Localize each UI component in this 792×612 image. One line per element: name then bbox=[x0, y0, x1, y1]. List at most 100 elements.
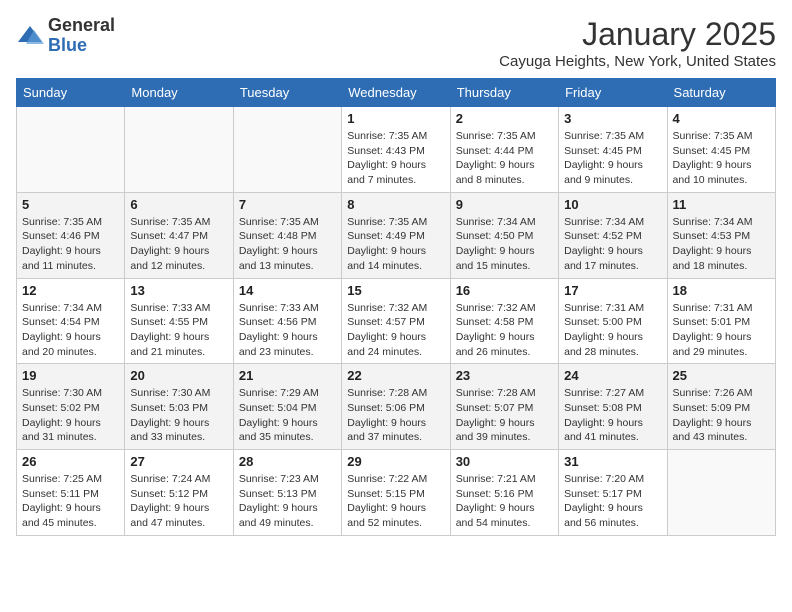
logo-text: General Blue bbox=[48, 16, 115, 56]
calendar-day-cell: 26 Sunrise: 7:25 AM Sunset: 5:11 PM Dayli… bbox=[17, 450, 125, 536]
day-number: 21 bbox=[239, 368, 336, 383]
calendar-day-cell bbox=[125, 107, 233, 193]
day-info: Sunrise: 7:21 AM Sunset: 5:16 PM Dayligh… bbox=[456, 472, 553, 531]
calendar-day-cell: 13Sunrise: 7:33 AM Sunset: 4:55 PM Dayli… bbox=[125, 278, 233, 364]
day-number: 29 bbox=[347, 454, 444, 469]
day-number: 30 bbox=[456, 454, 553, 469]
day-info: Sunrise: 7:35 AM Sunset: 4:46 PM Dayligh… bbox=[22, 215, 119, 274]
logo-blue: Blue bbox=[48, 35, 87, 55]
day-number: 15 bbox=[347, 283, 444, 298]
day-number: 25 bbox=[673, 368, 770, 383]
calendar-day-cell: 12 Sunrise: 7:34 AM Sunset: 4:54 PM Dayli… bbox=[17, 278, 125, 364]
calendar-day-cell: 2 Sunrise: 7:35 AM Sunset: 4:44 PM Daylig… bbox=[450, 107, 558, 193]
calendar-day-cell: 23Sunrise: 7:28 AM Sunset: 5:07 PM Dayli… bbox=[450, 364, 558, 450]
day-info: Sunrise: 7:30 AM Sunset: 5:03 PM Dayligh… bbox=[130, 386, 227, 445]
day-info: Sunrise: 7:34 AM Sunset: 4:50 PM Dayligh… bbox=[456, 215, 553, 274]
day-number: 3 bbox=[564, 111, 661, 126]
calendar-day-cell: 22 Sunrise: 7:28 AM Sunset: 5:06 PM Dayli… bbox=[342, 364, 450, 450]
month-title: January 2025 bbox=[499, 16, 776, 53]
day-info: Sunrise: 7:35 AM Sunset: 4:49 PM Dayligh… bbox=[347, 215, 444, 274]
day-number: 8 bbox=[347, 197, 444, 212]
calendar-day-cell: 1Sunrise: 7:35 AM Sunset: 4:43 PM Daylig… bbox=[342, 107, 450, 193]
day-number: 5 bbox=[22, 197, 119, 212]
day-number: 14 bbox=[239, 283, 336, 298]
day-info: Sunrise: 7:34 AM Sunset: 4:54 PM Dayligh… bbox=[22, 301, 119, 360]
calendar-day-cell: 31 Sunrise: 7:20 AM Sunset: 5:17 PM Dayli… bbox=[559, 450, 667, 536]
day-number: 28 bbox=[239, 454, 336, 469]
calendar-day-cell: 4 Sunrise: 7:35 AM Sunset: 4:45 PM Daylig… bbox=[667, 107, 775, 193]
day-info: Sunrise: 7:28 AM Sunset: 5:06 PM Dayligh… bbox=[347, 386, 444, 445]
weekday-header-monday: Monday bbox=[125, 79, 233, 107]
day-info: Sunrise: 7:25 AM Sunset: 5:11 PM Dayligh… bbox=[22, 472, 119, 531]
day-number: 20 bbox=[130, 368, 227, 383]
day-info: Sunrise: 7:32 AM Sunset: 4:57 PM Dayligh… bbox=[347, 301, 444, 360]
day-number: 17 bbox=[564, 283, 661, 298]
calendar-week-row: 1Sunrise: 7:35 AM Sunset: 4:43 PM Daylig… bbox=[17, 107, 776, 193]
day-info: Sunrise: 7:29 AM Sunset: 5:04 PM Dayligh… bbox=[239, 386, 336, 445]
day-number: 31 bbox=[564, 454, 661, 469]
logo-icon bbox=[16, 22, 44, 50]
logo-general: General bbox=[48, 15, 115, 35]
day-number: 11 bbox=[673, 197, 770, 212]
calendar-day-cell: 10Sunrise: 7:34 AM Sunset: 4:52 PM Dayli… bbox=[559, 192, 667, 278]
day-number: 22 bbox=[347, 368, 444, 383]
calendar-day-cell: 7 Sunrise: 7:35 AM Sunset: 4:48 PM Daylig… bbox=[233, 192, 341, 278]
day-info: Sunrise: 7:22 AM Sunset: 5:15 PM Dayligh… bbox=[347, 472, 444, 531]
calendar-day-cell: 25Sunrise: 7:26 AM Sunset: 5:09 PM Dayli… bbox=[667, 364, 775, 450]
day-number: 24 bbox=[564, 368, 661, 383]
weekday-header-friday: Friday bbox=[559, 79, 667, 107]
calendar-day-cell bbox=[667, 450, 775, 536]
calendar-day-cell: 6 Sunrise: 7:35 AM Sunset: 4:47 PM Daylig… bbox=[125, 192, 233, 278]
day-number: 18 bbox=[673, 283, 770, 298]
day-info: Sunrise: 7:35 AM Sunset: 4:47 PM Dayligh… bbox=[130, 215, 227, 274]
weekday-header-sunday: Sunday bbox=[17, 79, 125, 107]
calendar-day-cell: 29 Sunrise: 7:22 AM Sunset: 5:15 PM Dayli… bbox=[342, 450, 450, 536]
day-info: Sunrise: 7:27 AM Sunset: 5:08 PM Dayligh… bbox=[564, 386, 661, 445]
calendar-day-cell: 18 Sunrise: 7:31 AM Sunset: 5:01 PM Dayli… bbox=[667, 278, 775, 364]
calendar-day-cell: 16Sunrise: 7:32 AM Sunset: 4:58 PM Dayli… bbox=[450, 278, 558, 364]
calendar-week-row: 12 Sunrise: 7:34 AM Sunset: 4:54 PM Dayli… bbox=[17, 278, 776, 364]
day-info: Sunrise: 7:35 AM Sunset: 4:48 PM Dayligh… bbox=[239, 215, 336, 274]
day-number: 23 bbox=[456, 368, 553, 383]
page-header: General Blue January 2025 Cayuga Heights… bbox=[16, 16, 776, 70]
day-number: 2 bbox=[456, 111, 553, 126]
calendar-day-cell: 21 Sunrise: 7:29 AM Sunset: 5:04 PM Dayli… bbox=[233, 364, 341, 450]
weekday-header-thursday: Thursday bbox=[450, 79, 558, 107]
day-number: 26 bbox=[22, 454, 119, 469]
calendar-day-cell: 20 Sunrise: 7:30 AM Sunset: 5:03 PM Dayli… bbox=[125, 364, 233, 450]
day-number: 4 bbox=[673, 111, 770, 126]
day-number: 7 bbox=[239, 197, 336, 212]
calendar-day-cell: 24 Sunrise: 7:27 AM Sunset: 5:08 PM Dayli… bbox=[559, 364, 667, 450]
calendar-table: SundayMondayTuesdayWednesdayThursdayFrid… bbox=[16, 78, 776, 536]
calendar-day-cell bbox=[233, 107, 341, 193]
day-number: 1 bbox=[347, 111, 444, 126]
calendar-day-cell: 9 Sunrise: 7:34 AM Sunset: 4:50 PM Daylig… bbox=[450, 192, 558, 278]
day-info: Sunrise: 7:24 AM Sunset: 5:12 PM Dayligh… bbox=[130, 472, 227, 531]
calendar-day-cell: 27Sunrise: 7:24 AM Sunset: 5:12 PM Dayli… bbox=[125, 450, 233, 536]
logo: General Blue bbox=[16, 16, 115, 56]
location: Cayuga Heights, New York, United States bbox=[499, 53, 776, 70]
calendar-week-row: 5 Sunrise: 7:35 AM Sunset: 4:46 PM Daylig… bbox=[17, 192, 776, 278]
title-block: January 2025 Cayuga Heights, New York, U… bbox=[499, 16, 776, 70]
day-info: Sunrise: 7:35 AM Sunset: 4:44 PM Dayligh… bbox=[456, 129, 553, 188]
weekday-header-saturday: Saturday bbox=[667, 79, 775, 107]
calendar-day-cell: 3Sunrise: 7:35 AM Sunset: 4:45 PM Daylig… bbox=[559, 107, 667, 193]
calendar-week-row: 26 Sunrise: 7:25 AM Sunset: 5:11 PM Dayli… bbox=[17, 450, 776, 536]
calendar-day-cell: 17Sunrise: 7:31 AM Sunset: 5:00 PM Dayli… bbox=[559, 278, 667, 364]
calendar-day-cell: 5 Sunrise: 7:35 AM Sunset: 4:46 PM Daylig… bbox=[17, 192, 125, 278]
day-number: 9 bbox=[456, 197, 553, 212]
calendar-day-cell: 8 Sunrise: 7:35 AM Sunset: 4:49 PM Daylig… bbox=[342, 192, 450, 278]
day-number: 6 bbox=[130, 197, 227, 212]
day-info: Sunrise: 7:23 AM Sunset: 5:13 PM Dayligh… bbox=[239, 472, 336, 531]
day-info: Sunrise: 7:34 AM Sunset: 4:52 PM Dayligh… bbox=[564, 215, 661, 274]
day-info: Sunrise: 7:20 AM Sunset: 5:17 PM Dayligh… bbox=[564, 472, 661, 531]
day-info: Sunrise: 7:32 AM Sunset: 4:58 PM Dayligh… bbox=[456, 301, 553, 360]
day-info: Sunrise: 7:30 AM Sunset: 5:02 PM Dayligh… bbox=[22, 386, 119, 445]
day-number: 12 bbox=[22, 283, 119, 298]
calendar-day-cell: 30 Sunrise: 7:21 AM Sunset: 5:16 PM Dayli… bbox=[450, 450, 558, 536]
day-info: Sunrise: 7:35 AM Sunset: 4:45 PM Dayligh… bbox=[673, 129, 770, 188]
day-number: 19 bbox=[22, 368, 119, 383]
day-info: Sunrise: 7:31 AM Sunset: 5:01 PM Dayligh… bbox=[673, 301, 770, 360]
weekday-header-wednesday: Wednesday bbox=[342, 79, 450, 107]
calendar-day-cell: 15 Sunrise: 7:32 AM Sunset: 4:57 PM Dayli… bbox=[342, 278, 450, 364]
